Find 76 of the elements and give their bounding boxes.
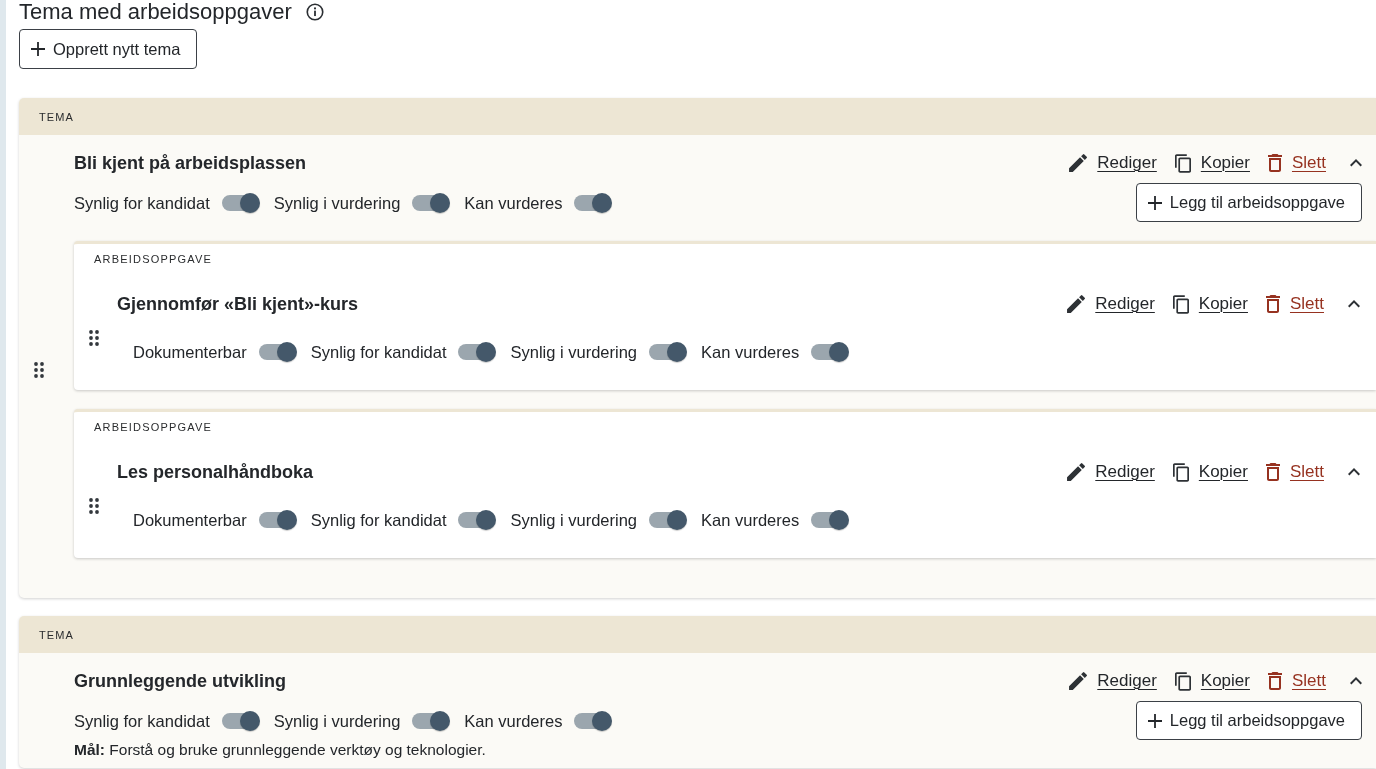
copy-link[interactable]: Kopier: [1172, 293, 1248, 315]
task-title: Gjennomfør «Bli kjent»-kurs: [117, 293, 359, 315]
edit-link[interactable]: Rediger: [1067, 461, 1155, 483]
toggle-switch[interactable]: [258, 342, 297, 362]
theme-title: Grunnleggende utvikling: [74, 670, 286, 692]
copy-link[interactable]: Kopier: [1172, 461, 1248, 483]
theme-title: Bli kjent på arbeidsplassen: [74, 152, 307, 174]
chevron-up-icon: [1348, 468, 1360, 476]
toggle-label: Synlig for kandidat: [310, 342, 447, 363]
plus-icon: [1147, 713, 1162, 728]
pencil-icon: [1069, 154, 1088, 172]
trash-icon: [1265, 295, 1280, 313]
toggle-switch[interactable]: [458, 342, 497, 362]
toggle-switch[interactable]: [811, 510, 850, 530]
pencil-icon: [1067, 295, 1086, 313]
toggle-label: Synlig for kandidat: [310, 510, 447, 531]
toggle-switch[interactable]: [412, 192, 451, 213]
delete-link[interactable]: Slett: [1265, 461, 1324, 483]
section-label: ARBEIDSOPPGAVE: [94, 252, 213, 266]
chevron-up-icon: [1348, 300, 1360, 308]
drag-handle-icon[interactable]: [89, 329, 99, 346]
copy-icon: [1172, 294, 1189, 314]
delete-link[interactable]: Slett: [1267, 152, 1326, 174]
toggle-label: Synlig i vurdering: [273, 192, 401, 214]
delete-link[interactable]: Slett: [1265, 293, 1324, 315]
copy-link[interactable]: Kopier: [1174, 152, 1250, 174]
copy-icon: [1174, 671, 1191, 691]
chevron-up-icon: [1350, 677, 1362, 685]
add-task-button[interactable]: Legg til arbeidsoppgave: [1135, 183, 1362, 222]
edit-link[interactable]: Rediger: [1067, 293, 1155, 315]
drag-handle-icon[interactable]: [34, 362, 44, 378]
toggle-switch[interactable]: [574, 710, 613, 731]
task-title: Les personalhåndboka: [117, 461, 314, 483]
page-title: Tema med arbeidsoppgaver: [19, 0, 292, 24]
add-task-button[interactable]: Legg til arbeidsoppgave: [1135, 701, 1362, 740]
pencil-icon: [1067, 463, 1086, 481]
toggle-label: Dokumenterbar: [133, 510, 247, 531]
copy-link[interactable]: Kopier: [1174, 670, 1250, 692]
info-icon[interactable]: [305, 3, 324, 21]
toggle-label: Synlig i vurdering: [510, 342, 638, 363]
edit-link[interactable]: Rediger: [1069, 152, 1157, 174]
toggle-label: Synlig i vurdering: [510, 510, 638, 531]
plus-icon: [31, 42, 45, 56]
toggle-switch[interactable]: [412, 710, 451, 731]
copy-icon: [1174, 153, 1191, 173]
toggle-switch[interactable]: [221, 710, 260, 731]
toggle-label: Kan vurderes: [701, 510, 800, 531]
pencil-icon: [1069, 672, 1088, 690]
toggle-label: Synlig i vurdering: [273, 710, 401, 732]
toggle-switch[interactable]: [649, 510, 688, 530]
toggle-switch[interactable]: [574, 192, 613, 213]
delete-link[interactable]: Slett: [1267, 670, 1326, 692]
section-label: TEMA: [39, 627, 74, 642]
section-label: TEMA: [39, 109, 74, 124]
edit-link[interactable]: Rediger: [1069, 670, 1157, 692]
toggle-label: Synlig for kandidat: [74, 192, 210, 214]
toggle-label: Kan vurderes: [464, 192, 563, 214]
toggle-label: Dokumenterbar: [133, 342, 247, 363]
toggle-switch[interactable]: [221, 192, 260, 213]
toggle-switch[interactable]: [458, 510, 497, 530]
toggle-switch[interactable]: [811, 342, 850, 362]
toggle-switch[interactable]: [258, 510, 297, 530]
section-label: ARBEIDSOPPGAVE: [94, 420, 213, 434]
trash-icon: [1265, 463, 1280, 481]
drag-handle-icon[interactable]: [89, 497, 99, 514]
trash-icon: [1267, 672, 1282, 690]
trash-icon: [1267, 154, 1282, 172]
create-theme-button[interactable]: Opprett nytt tema: [19, 29, 198, 69]
toggle-label: Kan vurderes: [464, 710, 563, 732]
chevron-up-icon: [1350, 159, 1362, 167]
toggle-switch[interactable]: [649, 342, 688, 362]
copy-icon: [1172, 462, 1189, 482]
goal-text: Mål: Forstå og bruke grunnleggende verktøy og teknologier.: [74, 740, 487, 760]
toggle-label: Synlig for kandidat: [74, 710, 210, 732]
plus-icon: [1147, 195, 1162, 210]
toggle-label: Kan vurderes: [701, 342, 800, 363]
